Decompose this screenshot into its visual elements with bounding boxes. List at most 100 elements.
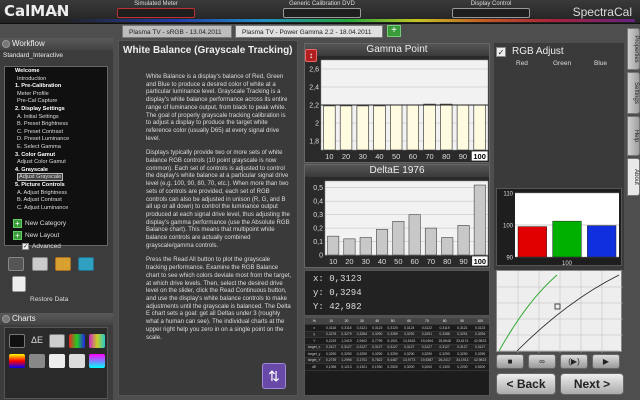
collapse-icon[interactable] — [2, 40, 10, 48]
bar — [473, 184, 486, 256]
rgb-adjust-checkbox[interactable]: ✓ — [496, 47, 506, 57]
read-all-button[interactable]: ⇅ — [262, 363, 286, 389]
bar — [441, 237, 454, 256]
save-data-icon[interactable] — [32, 257, 48, 271]
new-category-button[interactable]: + New Category — [13, 219, 66, 228]
table-cell: 0,1300 — [435, 363, 454, 371]
table-chart-icon[interactable] — [49, 354, 65, 368]
deltae-plot[interactable]: 0,5 0,4 0,3 0,2 0,1 0 10 20 30 40 50 60 70 80 90 100 — [305, 177, 491, 269]
meter-slot-box[interactable] — [117, 8, 195, 18]
bar — [456, 104, 470, 151]
table-cell: 0,2000 — [418, 363, 436, 371]
export-icon[interactable] — [78, 257, 94, 271]
x-tick-label: 70 — [425, 152, 433, 161]
source-slot[interactable]: Generic Calibration DVD — [283, 1, 361, 18]
display-slot[interactable]: Display Control — [452, 1, 530, 18]
color-chart-icon[interactable] — [89, 334, 105, 348]
x-tick-label: 50 — [394, 257, 402, 266]
luminance-chart-icon[interactable] — [49, 334, 65, 348]
tree-item[interactable]: C. Preset Contrast — [7, 129, 105, 137]
rgb-bar — [552, 220, 582, 258]
bar — [392, 221, 405, 256]
x-tick-label: 50 — [392, 152, 400, 161]
gamma-point-chart: Gamma Point 2,6 2,4 2,2 2 1,8 10 20 30 40 50 60 70 8… — [304, 43, 490, 163]
tab-about[interactable]: About — [627, 158, 640, 196]
tree-item-label: C. Preset Contrast — [17, 128, 64, 135]
x-tick-label: 10 — [329, 257, 337, 266]
left-sidebar: Workflow Standard_Interactive Welcome Int… — [0, 38, 113, 400]
back-button[interactable]: < Back — [496, 373, 556, 395]
cie-diagram[interactable] — [496, 270, 623, 353]
open-folder-icon[interactable] — [55, 257, 71, 271]
advanced-checkbox[interactable]: ✓ — [22, 243, 29, 250]
next-button[interactable]: Next > — [560, 373, 624, 395]
tree-item[interactable]: D. Preset Luminance — [7, 136, 105, 144]
charts-header[interactable]: Charts — [0, 313, 113, 325]
tab-srgb[interactable]: Plasma TV - sRGB - 13.04.2011 — [122, 25, 232, 38]
source-slot-box[interactable] — [283, 8, 361, 18]
print-icon[interactable] — [8, 257, 24, 271]
table-cell: 0,2200 — [453, 363, 472, 371]
grid-chart-icon[interactable] — [69, 354, 85, 368]
read-series-button[interactable]: (▶) — [560, 354, 588, 369]
tree-item[interactable]: E. Select Gamma — [7, 144, 105, 152]
data-table[interactable]: % 10 20 30 40 50 60 70 80 90 100 x 0,3116 0,3118 0,312… — [304, 317, 490, 396]
luminance-value: Y: 42,982 — [313, 302, 362, 312]
tree-item[interactable]: Meter Profile — [7, 91, 105, 99]
deltae-chart-icon[interactable]: ΔE — [29, 334, 45, 348]
add-tab-button[interactable]: + — [387, 25, 401, 37]
tree-item[interactable]: C. Adjust Luminance — [7, 205, 105, 213]
rgb-balance-chart-icon[interactable] — [69, 334, 85, 348]
y-tick-label: 2 — [315, 121, 319, 128]
tree-item[interactable]: 3. Color Gamut — [7, 152, 105, 160]
tree-item[interactable]: A. Adjust Brightness — [7, 190, 105, 198]
workflow-header[interactable]: Workflow — [0, 38, 113, 50]
gamma-plot[interactable]: 2,6 2,4 2,2 2 1,8 10 20 30 40 50 60 70 80 90 100 — [305, 56, 491, 164]
tree-item[interactable]: Welcome — [7, 68, 105, 76]
blue-label: Blue — [594, 60, 608, 67]
x-tick-label: 40 — [375, 152, 383, 161]
tab-settings[interactable]: Settings — [627, 72, 640, 114]
report-icon[interactable] — [12, 276, 26, 292]
table-cell: 0,1930 — [369, 363, 385, 371]
plus-icon: + — [13, 219, 22, 228]
rgb-adjust-title: RGB Adjust — [512, 46, 564, 57]
bar — [373, 105, 386, 151]
gamut-chart-icon[interactable] — [9, 354, 25, 368]
display-slot-box[interactable] — [452, 8, 530, 18]
tab-help[interactable]: Help — [627, 116, 640, 156]
read-button[interactable]: ▶ — [592, 354, 620, 369]
x-tick-label: 100 — [474, 257, 487, 266]
workflow-title: Workflow — [12, 39, 45, 48]
tree-item-selected[interactable]: Adjust Grayscale — [7, 173, 105, 182]
new-layout-button[interactable]: + New Layout — [13, 231, 59, 240]
tab-power-gamma[interactable]: Plasma TV - Power Gamma 2.2 - 18.04.2011 — [235, 25, 383, 38]
tree-item[interactable]: Adjust Color Gamut — [7, 159, 105, 167]
tree-item[interactable]: A. Initial Settings — [7, 114, 105, 122]
tree-item[interactable]: Introduction — [7, 76, 105, 84]
collapse-icon[interactable] — [2, 315, 10, 323]
tree-item[interactable]: B. Preset Brightness — [7, 121, 105, 129]
y-tick-label: 2,2 — [309, 103, 319, 110]
tree-item[interactable]: 1. Pre-Calibration — [7, 83, 105, 91]
gamma-chart-icon[interactable] — [29, 354, 45, 368]
display-slot-label: Display Control — [470, 1, 512, 7]
tree-item[interactable]: 2. Display Settings — [7, 106, 105, 114]
cie-chart-icon[interactable] — [9, 334, 25, 348]
restore-data-label[interactable]: Restore Data — [30, 295, 68, 304]
tree-item[interactable]: 5. Picture Controls — [7, 182, 105, 190]
read-continuous-button[interactable]: ∞ — [528, 354, 556, 369]
tab-properties[interactable]: Properties — [627, 28, 640, 70]
warning-icon[interactable]: ↕ — [305, 49, 317, 62]
saturation-chart-icon[interactable] — [89, 354, 105, 368]
meter-slot[interactable]: Simulated Meter — [117, 1, 195, 18]
table-cell: dE — [305, 363, 324, 371]
stop-button[interactable]: ■ — [496, 354, 524, 369]
tree-item[interactable]: B. Adjust Contrast — [7, 197, 105, 205]
rgb-balance-plot[interactable]: 110 100 90 100 — [497, 189, 623, 267]
tree-item[interactable]: Pre-Cal Capture — [7, 98, 105, 106]
tree-item-label: 4. Grayscale — [15, 166, 48, 173]
workflow-name: Standard_Interactive — [3, 52, 63, 59]
tree-item-label: Welcome — [15, 68, 40, 74]
tab-settings-label: Settings — [633, 82, 639, 104]
